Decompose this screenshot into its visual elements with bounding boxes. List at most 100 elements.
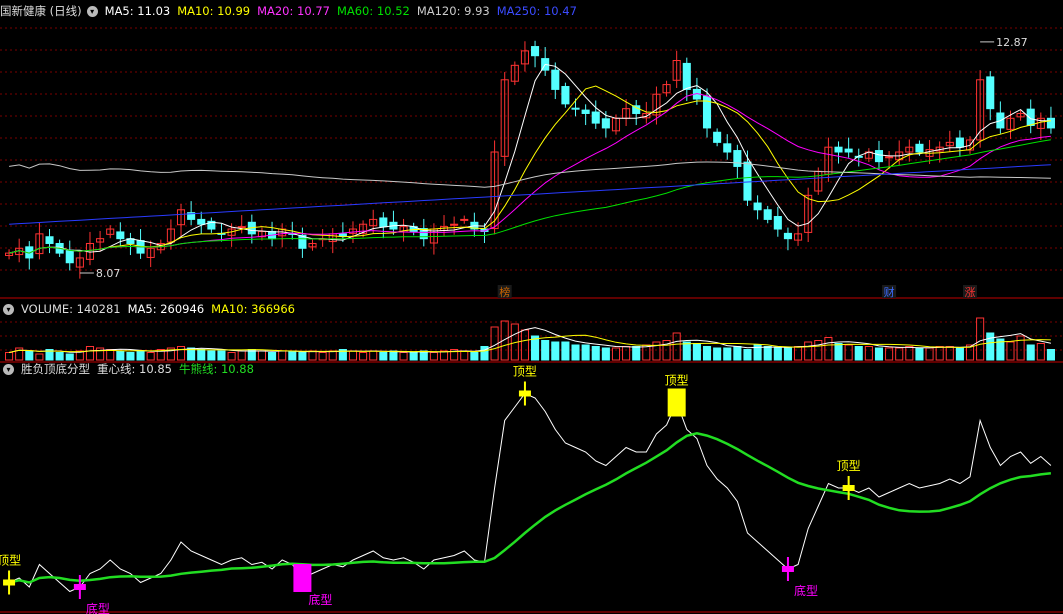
ma5-value: MA5: 11.03 bbox=[104, 4, 171, 18]
volume-bar bbox=[470, 352, 479, 361]
candle-body bbox=[561, 86, 570, 105]
price-legend: 国新健康 (日线) ▾ MA5: 11.03 MA10: 10.99 MA20: 10.… bbox=[0, 2, 584, 20]
candle-body bbox=[915, 143, 924, 153]
indicator-name: 胜负顶底分型 bbox=[21, 362, 90, 376]
candle-body bbox=[551, 69, 560, 90]
volume-bar bbox=[369, 350, 378, 361]
ma120-value: MA120: 9.93 bbox=[416, 4, 490, 18]
volume-bar bbox=[864, 346, 873, 361]
candle-body bbox=[632, 105, 641, 114]
volume-bar bbox=[55, 352, 64, 361]
volume-bar bbox=[1036, 343, 1045, 361]
volume-bar bbox=[824, 337, 833, 361]
top-signal-label: 顶型 bbox=[837, 459, 861, 473]
volume-bar bbox=[551, 341, 560, 361]
volume-bar bbox=[1016, 335, 1025, 361]
ma250-line bbox=[9, 164, 1051, 225]
stock-chart-window: 国新健康 (日线) ▾ MA5: 11.03 MA10: 10.99 MA20: 10.… bbox=[0, 0, 1063, 614]
event-tag-label: 财 bbox=[884, 285, 895, 299]
bottom-signal-label: 底型 bbox=[308, 592, 332, 607]
volume-bar bbox=[136, 350, 145, 361]
volume-bar bbox=[328, 350, 337, 361]
stock-title: 国新健康 (日线) bbox=[0, 4, 82, 18]
center-line bbox=[8, 432, 1052, 584]
chevron-down-icon[interactable]: ▾ bbox=[3, 364, 14, 375]
candle-body bbox=[450, 223, 459, 226]
candle-body bbox=[571, 107, 580, 110]
volume-bar bbox=[763, 346, 772, 361]
ma10-value: MA10: 10.99 bbox=[177, 4, 251, 18]
ma10-line bbox=[8, 85, 1051, 254]
volume-bar bbox=[318, 352, 327, 361]
volume-bar bbox=[733, 346, 742, 361]
candle-body bbox=[955, 137, 964, 148]
bottom-signal-body bbox=[293, 564, 312, 592]
candle-body bbox=[723, 143, 732, 153]
volume-bar bbox=[591, 346, 600, 361]
candle-body bbox=[783, 232, 792, 240]
top-signal-body bbox=[667, 388, 686, 417]
price-panel[interactable]: 12.87 8.07 榜 财 涨 bbox=[5, 36, 1055, 299]
candle-body bbox=[460, 218, 469, 221]
top-signal-label: 顶型 bbox=[665, 374, 689, 388]
volume-bar bbox=[692, 343, 701, 361]
volume-bar bbox=[804, 341, 813, 361]
event-tag-label: 榜 bbox=[499, 285, 510, 299]
chevron-down-icon[interactable]: ▾ bbox=[86, 6, 98, 17]
volume-bar bbox=[359, 352, 368, 361]
chevron-down-icon[interactable]: ▾ bbox=[3, 304, 14, 315]
volume-bar bbox=[672, 332, 681, 361]
volume-bar bbox=[460, 350, 469, 361]
candle-body bbox=[682, 62, 691, 90]
volume-bar bbox=[581, 344, 590, 361]
indicator-panel[interactable]: 顶型顶型顶型顶型底型底型底型 bbox=[0, 365, 1052, 614]
volume-bar bbox=[25, 350, 34, 361]
bottom-signal-label: 底型 bbox=[86, 601, 110, 614]
volume-bar bbox=[1046, 349, 1055, 361]
volume-panel[interactable] bbox=[5, 317, 1055, 361]
volume-legend: ▾ VOLUME: 140281 MA5: 260946 MA10: 366966 bbox=[0, 300, 302, 318]
volume-bar bbox=[288, 350, 297, 361]
volume-bar bbox=[207, 350, 216, 361]
ma250-value: MA250: 10.47 bbox=[496, 4, 577, 18]
volume-bar bbox=[915, 347, 924, 361]
volume-value: VOLUME: 140281 bbox=[21, 302, 121, 316]
candle-body bbox=[197, 218, 206, 225]
volume-bar bbox=[773, 347, 782, 361]
volume-bar bbox=[905, 346, 914, 361]
volume-bar bbox=[935, 346, 944, 361]
volume-bar bbox=[1026, 344, 1035, 361]
volume-bar bbox=[794, 346, 803, 361]
top-signal-body bbox=[518, 390, 531, 397]
candle-body bbox=[45, 236, 54, 244]
volume-bar bbox=[146, 352, 155, 361]
candle-body bbox=[844, 148, 853, 153]
volume-bar bbox=[308, 350, 317, 361]
top-signal-body bbox=[3, 579, 16, 586]
volume-bar bbox=[713, 347, 722, 361]
volume-bar bbox=[379, 352, 388, 361]
candle-body bbox=[986, 76, 995, 110]
candle-body bbox=[379, 217, 388, 228]
indicator-white-line bbox=[8, 392, 1052, 593]
candle-body bbox=[581, 109, 590, 114]
volume-bar bbox=[237, 350, 246, 361]
candle-body bbox=[237, 226, 246, 229]
candle-body bbox=[601, 118, 610, 129]
candle-body bbox=[116, 231, 125, 240]
indicator-legend: ▾ 胜负顶底分型 重心线: 10.85 牛熊线: 10.88 bbox=[0, 360, 261, 378]
candle-body bbox=[1046, 117, 1055, 129]
volume-bar bbox=[298, 352, 307, 361]
volume-bar bbox=[429, 352, 438, 361]
volume-bar bbox=[116, 350, 125, 361]
candle-body bbox=[763, 209, 772, 220]
volume-bar bbox=[399, 352, 408, 361]
volume-bar bbox=[176, 346, 186, 361]
bull-line-value: 牛熊线: 10.88 bbox=[178, 362, 254, 376]
volume-bar bbox=[348, 350, 358, 361]
volume-bar bbox=[520, 329, 529, 361]
volume-bar bbox=[278, 350, 287, 361]
event-tag-label: 涨 bbox=[965, 286, 976, 299]
volume-bar bbox=[702, 346, 712, 361]
volume-bar bbox=[682, 341, 691, 361]
